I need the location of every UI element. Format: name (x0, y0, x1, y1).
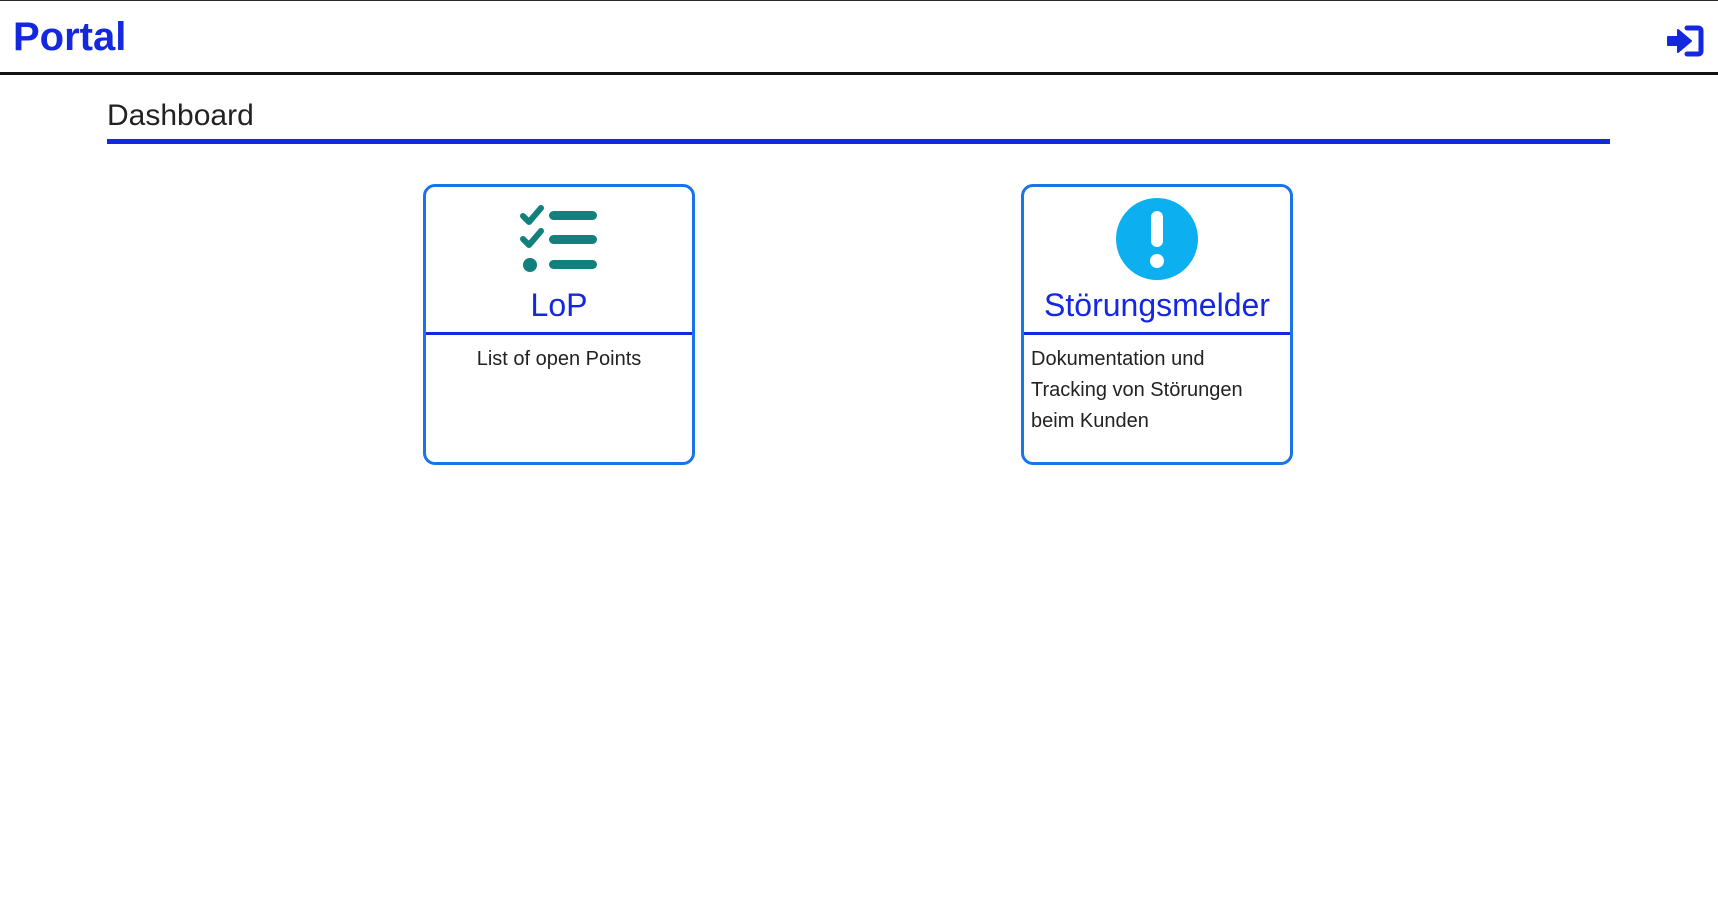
stoerungsmelder-card-description: Dokumentation und Tracking von Störungen… (1031, 348, 1243, 432)
brand-title[interactable]: Portal (13, 13, 126, 61)
stoerungsmelder-card[interactable]: Störungsmelder Dokumentation und Trackin… (1021, 184, 1293, 465)
exclamation-circle-icon (1116, 198, 1198, 280)
lop-card-description: List of open Points (476, 348, 642, 370)
page-title: Dashboard (107, 99, 254, 132)
sign-in-icon (1667, 25, 1704, 57)
page-header: Dashboard (107, 96, 1610, 144)
login-button[interactable] (1666, 25, 1704, 57)
checklist-icon (520, 205, 597, 272)
top-navbar: Portal (0, 0, 1718, 75)
lop-card-title: LoP (530, 287, 588, 323)
card-header: LoP (426, 187, 692, 335)
card-header: Störungsmelder (1024, 187, 1290, 335)
stoerungsmelder-card-title: Störungsmelder (1044, 287, 1270, 323)
lop-card[interactable]: LoP List of open Points (423, 184, 695, 465)
